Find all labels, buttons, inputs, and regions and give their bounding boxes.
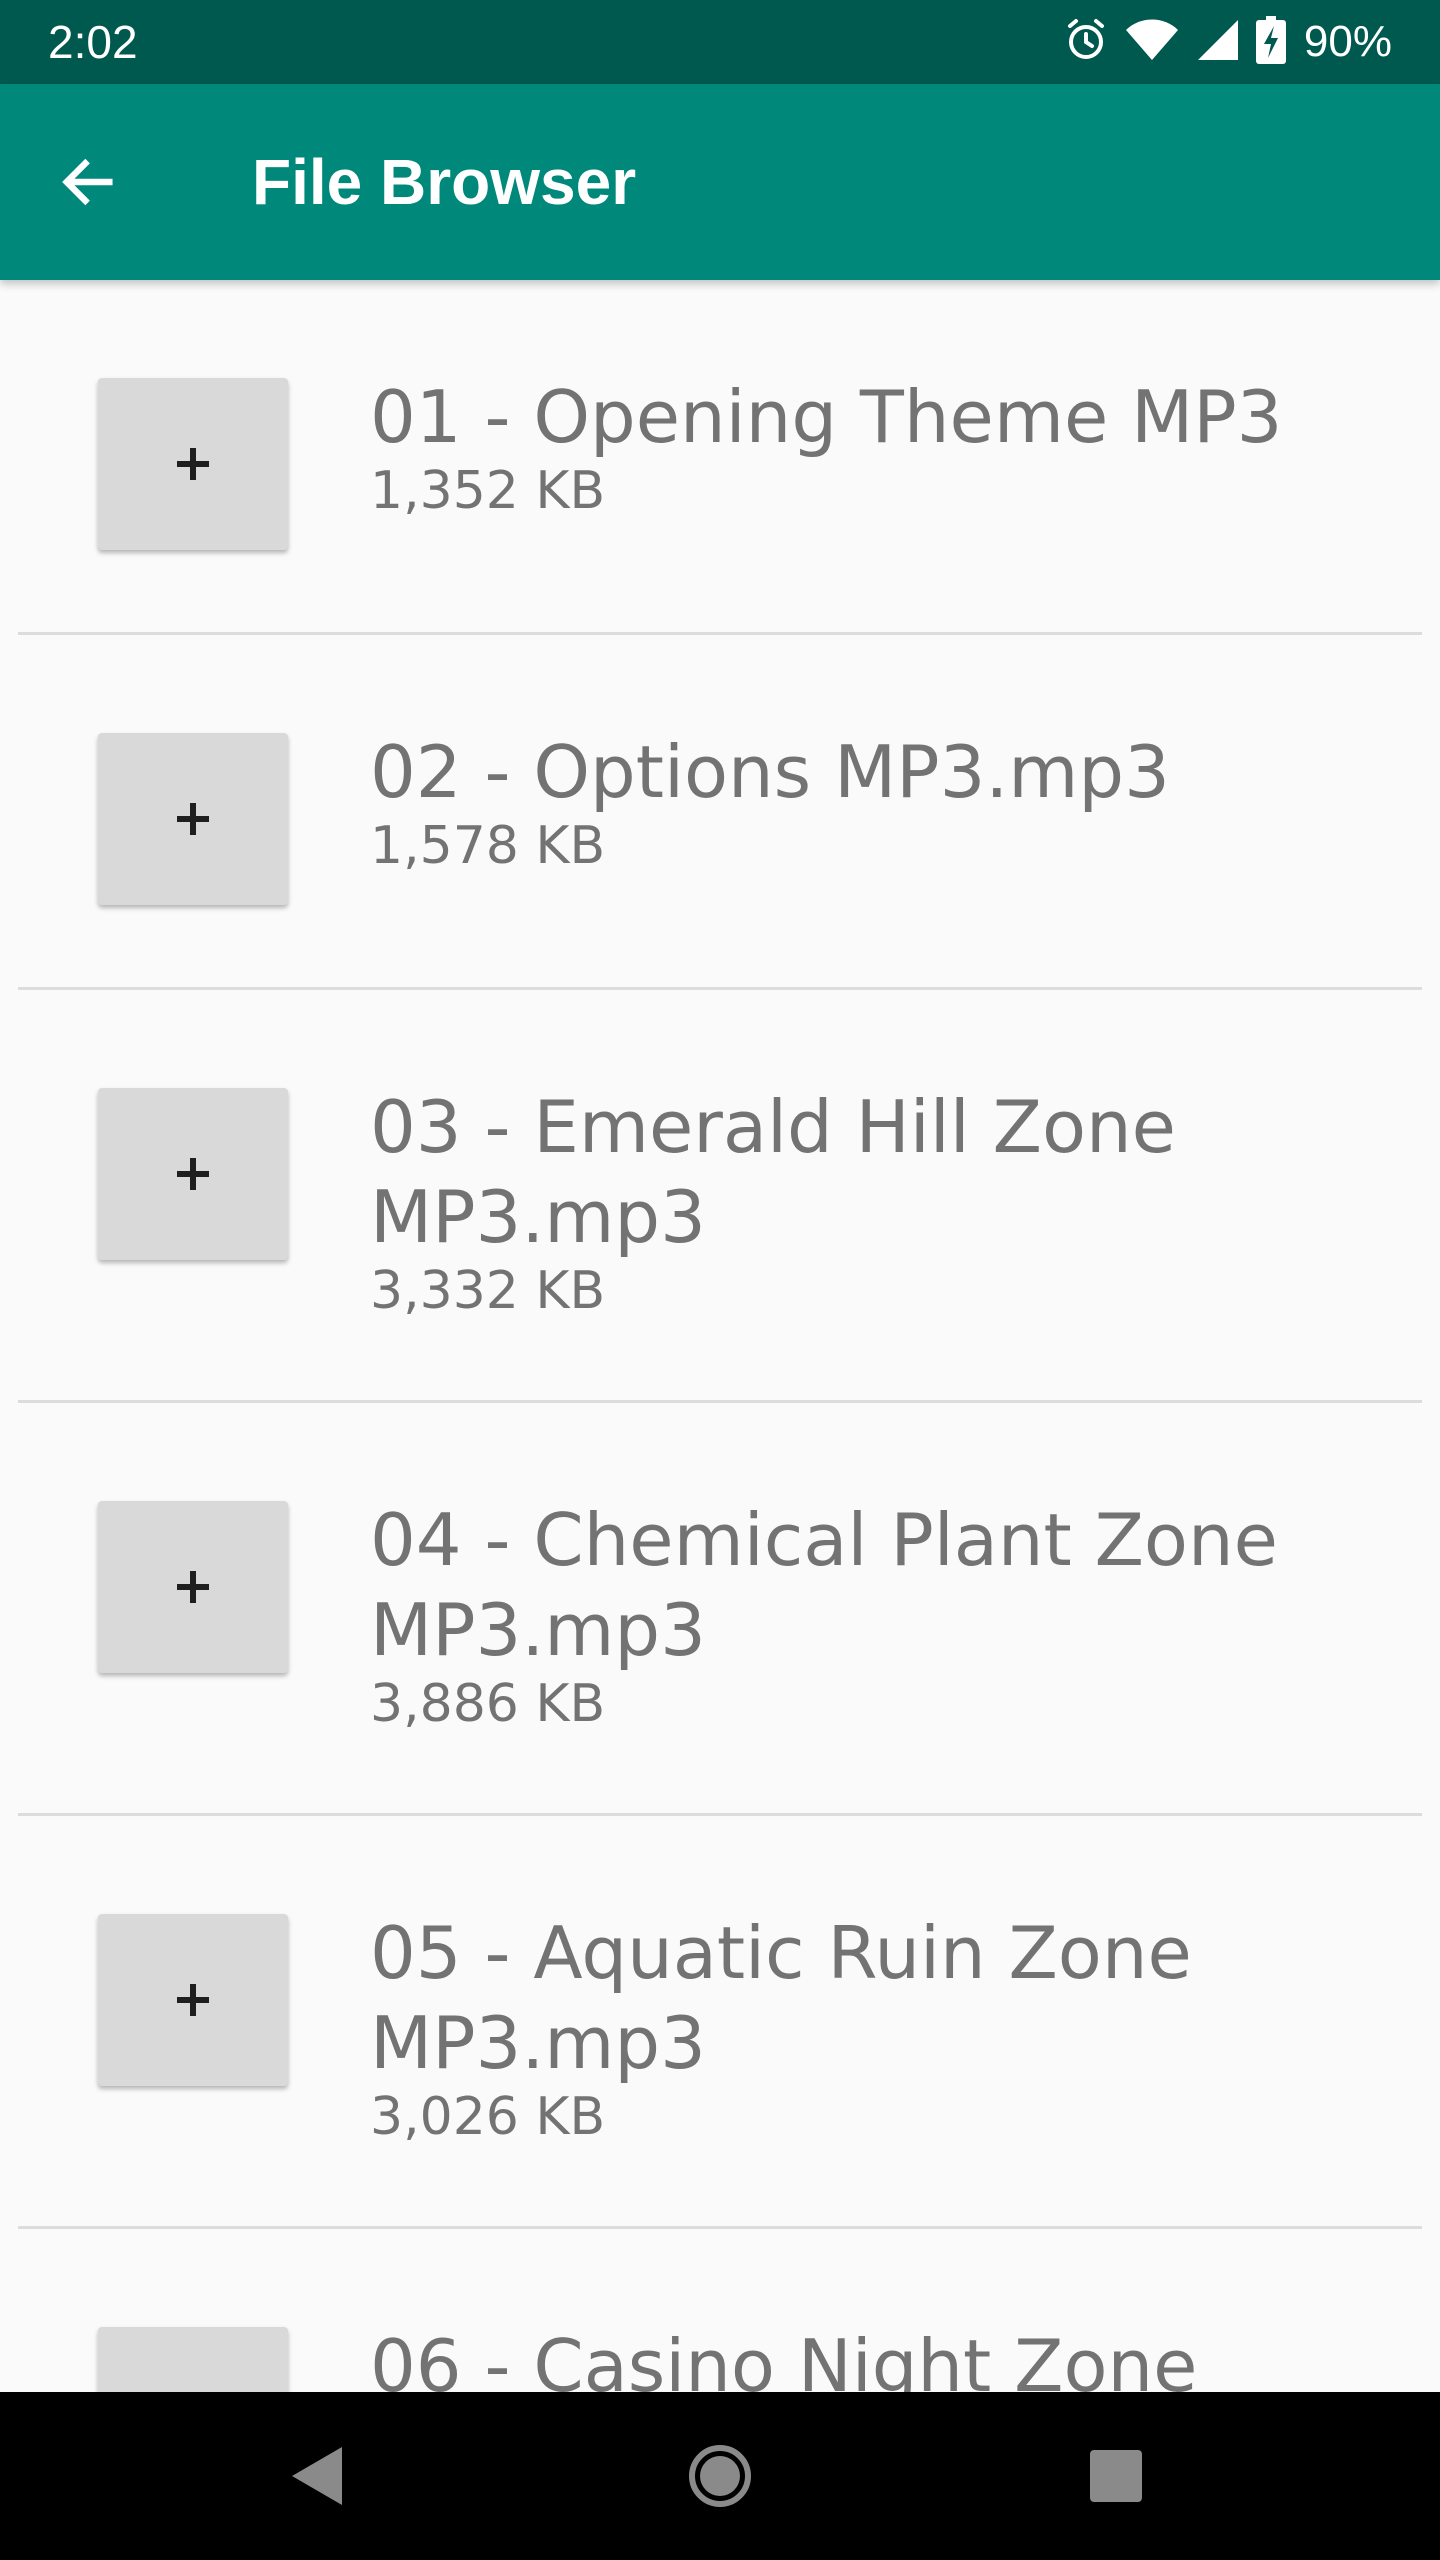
list-item[interactable]: 01 - Opening Theme MP3 1,352 KB <box>18 280 1422 635</box>
file-info: 06 - Casino Night Zone <box>370 2321 1382 2392</box>
file-name: 02 - Options MP3.mp3 <box>370 730 1170 814</box>
file-size: 3,332 KB <box>370 1261 606 1321</box>
add-button[interactable] <box>98 1914 288 2086</box>
plus-icon <box>177 1571 209 1603</box>
add-button[interactable] <box>98 378 288 550</box>
file-name: 03 - Emerald Hill Zone MP3.mp3 <box>370 1085 1176 1259</box>
file-size: 3,886 KB <box>370 1674 606 1734</box>
file-info: 01 - Opening Theme MP3 1,352 KB <box>370 372 1382 526</box>
wifi-icon <box>1124 16 1180 68</box>
navigation-bar <box>0 2392 1440 2560</box>
home-circle-icon <box>689 2445 751 2507</box>
add-button[interactable] <box>98 1501 288 1673</box>
file-name: 04 - Chemical Plant Zone MP3.mp3 <box>370 1498 1278 1672</box>
add-button[interactable] <box>98 1088 288 1260</box>
file-info: 02 - Options MP3.mp3 1,578 KB <box>370 727 1382 881</box>
plus-icon <box>177 1984 209 2016</box>
add-button[interactable] <box>98 733 288 905</box>
file-info: 03 - Emerald Hill Zone MP3.mp3 3,332 KB <box>370 1082 1382 1326</box>
page-title: File Browser <box>252 146 637 218</box>
battery-charging-icon <box>1255 16 1286 68</box>
file-name: 05 - Aquatic Ruin Zone MP3.mp3 <box>370 1911 1192 2085</box>
back-triangle-icon <box>292 2447 342 2505</box>
file-size: 1,578 KB <box>370 816 606 876</box>
app-bar: File Browser <box>0 84 1440 280</box>
nav-home-button[interactable] <box>670 2426 770 2526</box>
nav-recents-button[interactable] <box>1066 2426 1166 2526</box>
file-list: 01 - Opening Theme MP3 1,352 KB 02 - Opt… <box>0 280 1440 2392</box>
signal-icon <box>1194 16 1242 68</box>
alarm-icon <box>1062 16 1110 68</box>
list-item[interactable]: 03 - Emerald Hill Zone MP3.mp3 3,332 KB <box>18 990 1422 1403</box>
status-time: 2:02 <box>48 16 138 68</box>
file-name: 06 - Casino Night Zone <box>370 2324 1198 2392</box>
status-bar: 2:02 90% <box>0 0 1440 84</box>
file-info: 05 - Aquatic Ruin Zone MP3.mp3 3,026 KB <box>370 1908 1382 2152</box>
file-info: 04 - Chemical Plant Zone MP3.mp3 3,886 K… <box>370 1495 1382 1739</box>
nav-back-button[interactable] <box>266 2426 366 2526</box>
recents-square-icon <box>1090 2450 1142 2502</box>
file-size: 3,026 KB <box>370 2087 606 2147</box>
file-size: 1,352 KB <box>370 461 606 521</box>
list-item[interactable]: 04 - Chemical Plant Zone MP3.mp3 3,886 K… <box>18 1403 1422 1816</box>
back-button[interactable] <box>40 134 136 230</box>
list-item[interactable]: 06 - Casino Night Zone <box>18 2229 1422 2392</box>
plus-icon <box>177 448 209 480</box>
arrow-back-icon <box>62 158 113 206</box>
file-name: 01 - Opening Theme MP3 <box>370 375 1283 459</box>
add-button[interactable] <box>98 2327 288 2392</box>
battery-percent: 90% <box>1303 17 1392 66</box>
plus-icon <box>177 803 209 835</box>
plus-icon <box>177 1158 209 1190</box>
list-item[interactable]: 05 - Aquatic Ruin Zone MP3.mp3 3,026 KB <box>18 1816 1422 2229</box>
list-item[interactable]: 02 - Options MP3.mp3 1,578 KB <box>18 635 1422 990</box>
status-icons: 90% <box>1062 0 1392 84</box>
